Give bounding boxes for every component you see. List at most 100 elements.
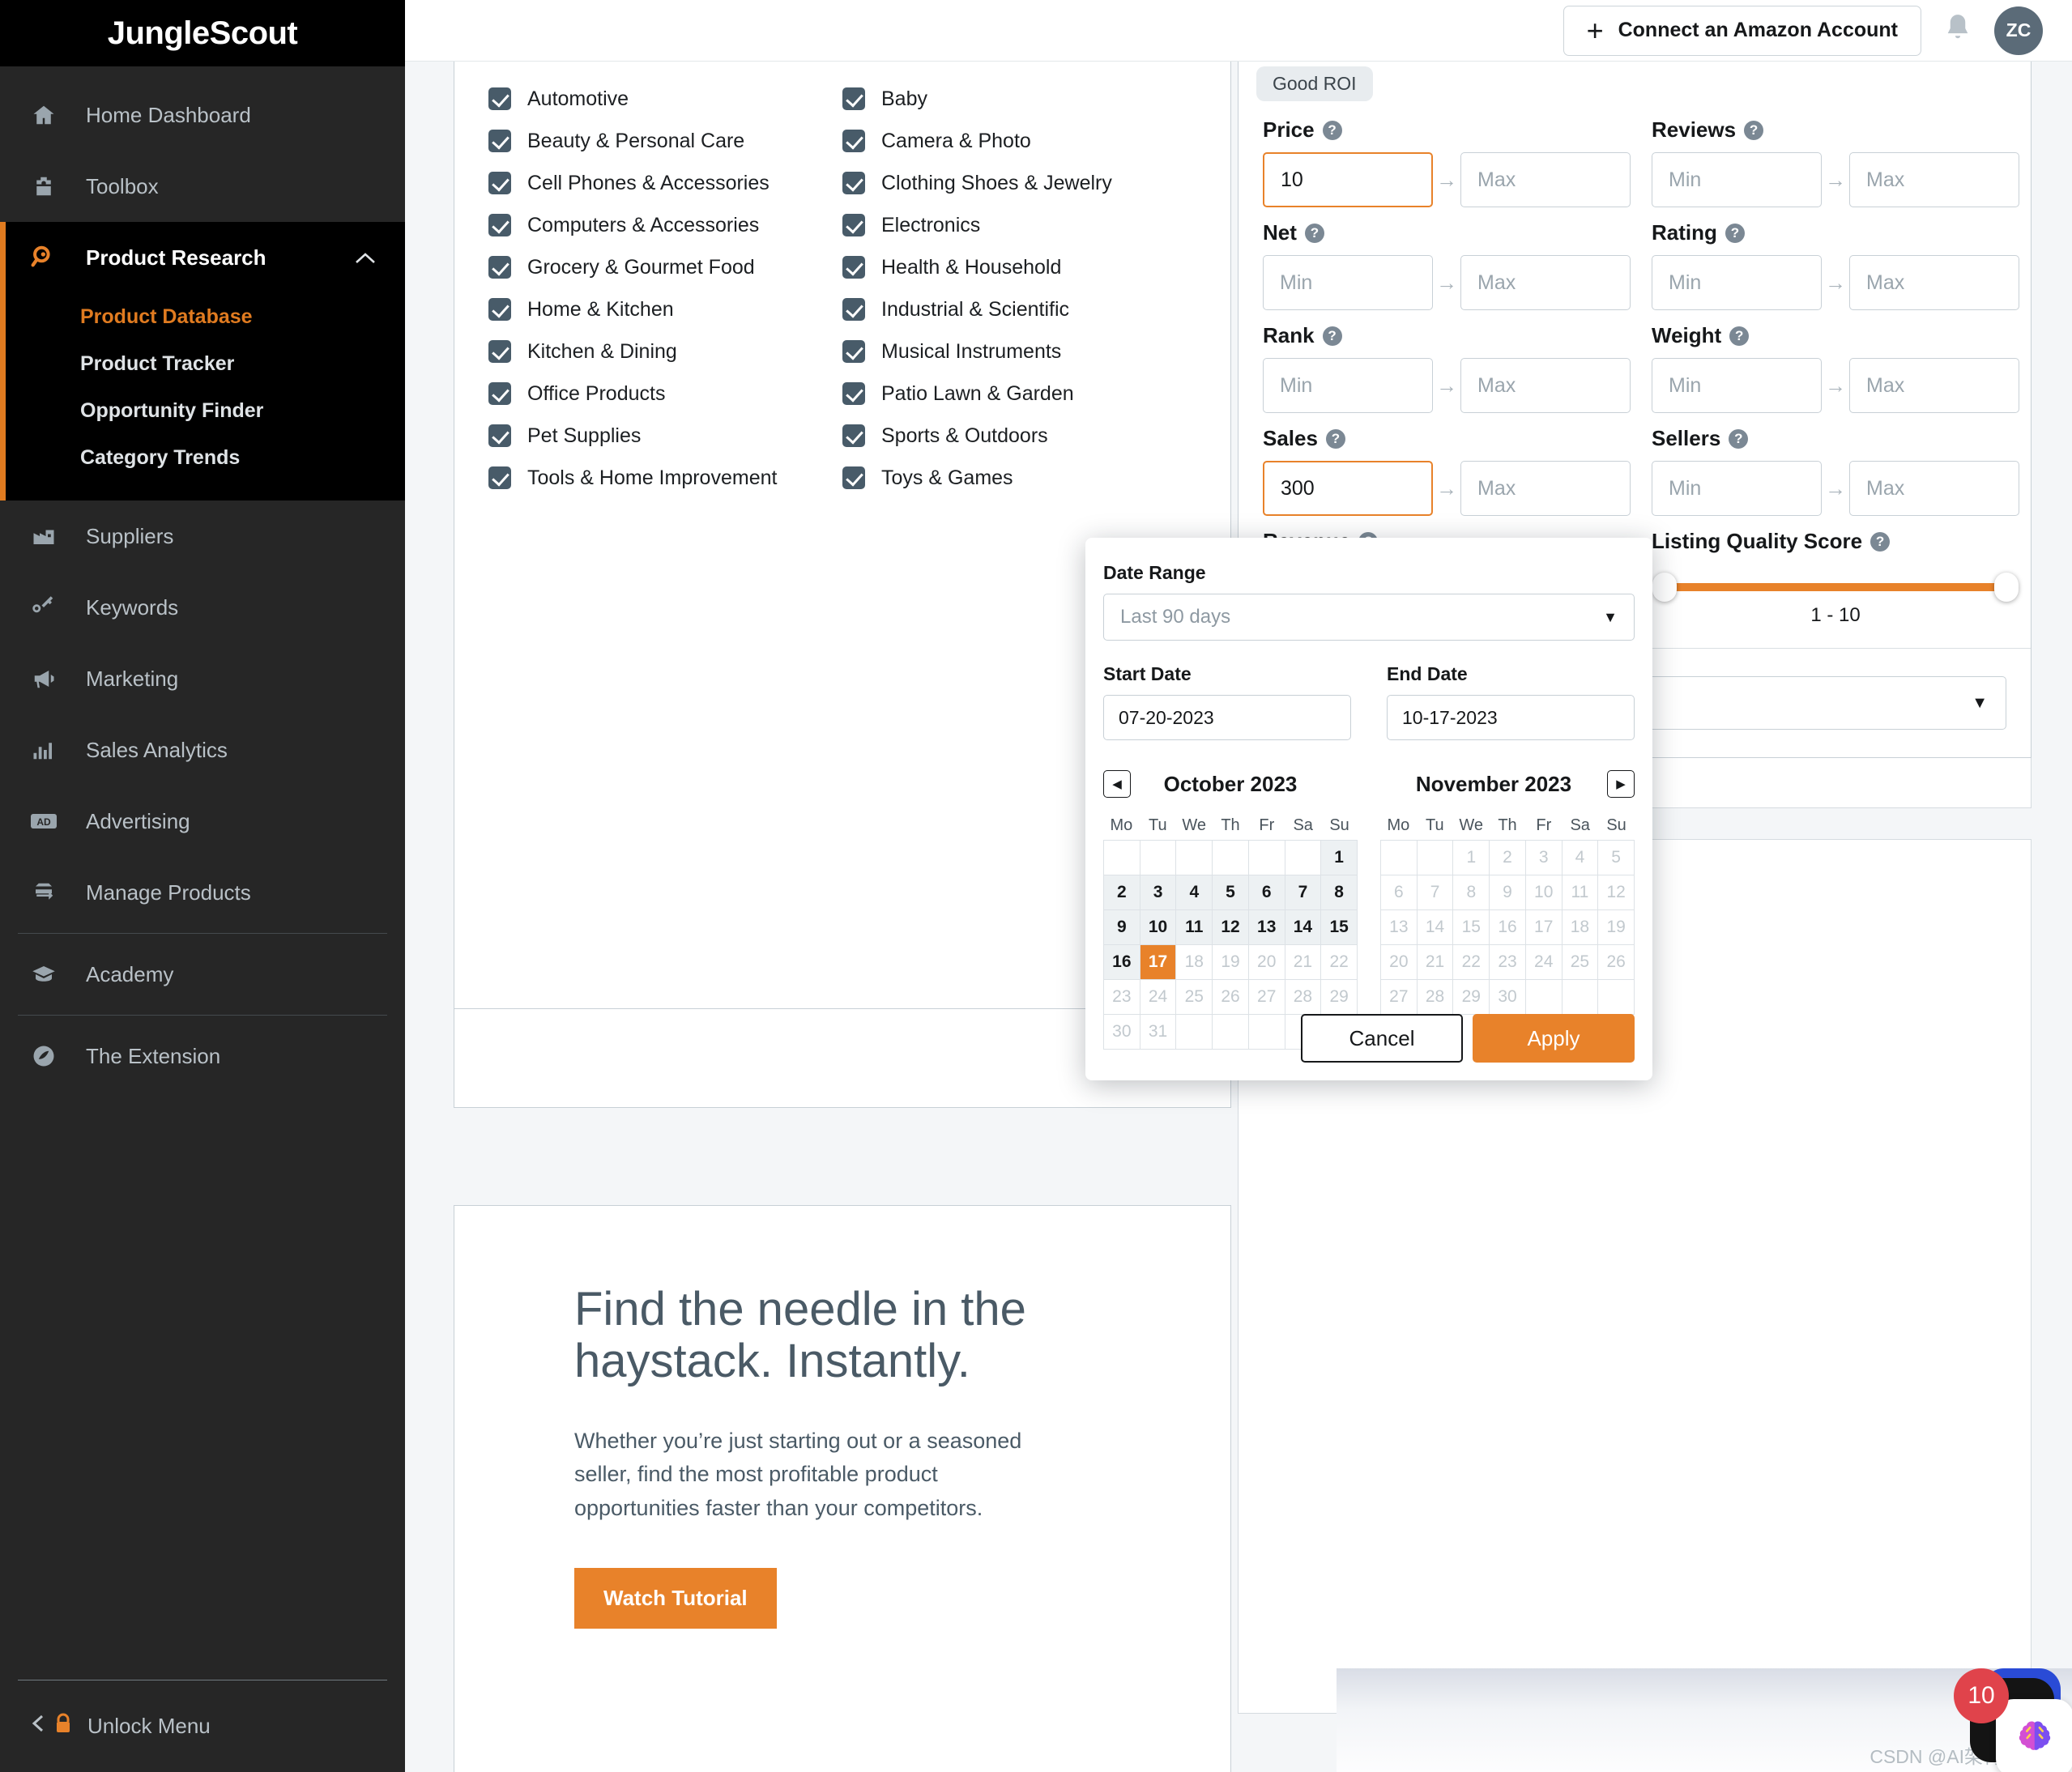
sidebar-item-manage-products[interactable]: Manage Products — [0, 857, 405, 928]
calendar-day[interactable]: 23 — [1104, 980, 1140, 1015]
calendar-day[interactable]: 15 — [1321, 910, 1358, 945]
checkbox-checked-icon[interactable] — [842, 172, 865, 194]
question-mark-icon[interactable]: ? — [1304, 223, 1324, 243]
end-date-input[interactable] — [1387, 695, 1635, 740]
checkbox-checked-icon[interactable] — [842, 256, 865, 279]
question-mark-icon[interactable]: ? — [1729, 326, 1750, 346]
calendar-day[interactable]: 30 — [1104, 1015, 1140, 1050]
calendar-day[interactable]: 27 — [1248, 980, 1285, 1015]
unlock-menu-button[interactable]: Unlock Menu — [0, 1713, 405, 1740]
category-checkbox-row[interactable]: Home & Kitchen — [488, 288, 842, 330]
filter-min-input[interactable] — [1652, 461, 1822, 516]
sidebar-item-marketing[interactable]: Marketing — [0, 643, 405, 714]
calendar-day[interactable]: 2 — [1490, 841, 1526, 875]
calendar-day[interactable]: 6 — [1381, 875, 1418, 910]
brand-logo[interactable]: JungleScout — [0, 0, 405, 66]
widget-brain-card[interactable] — [1996, 1699, 2072, 1772]
calendar-day[interactable]: 8 — [1321, 875, 1358, 910]
calendar-day[interactable]: 30 — [1490, 980, 1526, 1015]
calendar-day[interactable]: 26 — [1598, 945, 1635, 980]
calendar-day[interactable]: 8 — [1453, 875, 1490, 910]
checkbox-checked-icon[interactable] — [488, 87, 511, 110]
checkbox-checked-icon[interactable] — [488, 298, 511, 321]
sidebar-item-sales-analytics[interactable]: Sales Analytics — [0, 714, 405, 786]
category-checkbox-row[interactable]: Office Products — [488, 373, 842, 415]
checkbox-checked-icon[interactable] — [842, 214, 865, 236]
filter-min-input[interactable] — [1263, 358, 1433, 413]
checkbox-checked-icon[interactable] — [842, 382, 865, 405]
checkbox-checked-icon[interactable] — [842, 87, 865, 110]
floating-assistant-widget[interactable]: 10 — [1954, 1668, 2072, 1772]
question-mark-icon[interactable]: ? — [1322, 326, 1342, 346]
calendar-day[interactable]: 5 — [1213, 875, 1249, 910]
calendar-day[interactable]: 7 — [1417, 875, 1454, 910]
calendar-day[interactable]: 22 — [1453, 945, 1490, 980]
calendar-day[interactable]: 20 — [1248, 945, 1285, 980]
lqs-slider-handle-max[interactable] — [1994, 573, 2019, 602]
calendar-day[interactable]: 13 — [1248, 910, 1285, 945]
calendar-day[interactable]: 18 — [1176, 945, 1213, 980]
calendar-day[interactable]: 25 — [1176, 980, 1213, 1015]
checkbox-checked-icon[interactable] — [488, 466, 511, 489]
filter-min-input[interactable] — [1652, 152, 1822, 207]
category-checkbox-row[interactable]: Musical Instruments — [842, 330, 1196, 373]
calendar-day[interactable]: 14 — [1285, 910, 1322, 945]
category-checkbox-row[interactable]: Grocery & Gourmet Food — [488, 246, 842, 288]
good-roi-chip[interactable]: Good ROI — [1256, 66, 1373, 101]
calendar-day[interactable]: 10 — [1140, 910, 1177, 945]
calendar-day[interactable]: 12 — [1213, 910, 1249, 945]
sidebar-item-advertising[interactable]: AD Advertising — [0, 786, 405, 857]
filter-max-input[interactable] — [1460, 461, 1631, 516]
category-checkbox-row[interactable]: Industrial & Scientific — [842, 288, 1196, 330]
sidebar-item-category-trends[interactable]: Category Trends — [6, 434, 405, 481]
question-mark-icon[interactable]: ? — [1729, 428, 1749, 449]
category-checkbox-row[interactable]: Patio Lawn & Garden — [842, 373, 1196, 415]
calendar-day[interactable]: 19 — [1213, 945, 1249, 980]
calendar-day[interactable]: 21 — [1285, 945, 1322, 980]
category-checkbox-row[interactable]: Clothing Shoes & Jewelry — [842, 162, 1196, 204]
calendar-day[interactable]: 5 — [1598, 841, 1635, 875]
sidebar-item-the-extension[interactable]: The Extension — [0, 1020, 405, 1092]
connect-amazon-account-button[interactable]: + Connect an Amazon Account — [1563, 5, 1921, 56]
calendar-day[interactable]: 27 — [1381, 980, 1418, 1015]
calendar-day[interactable]: 6 — [1248, 875, 1285, 910]
calendar-day[interactable]: 11 — [1176, 910, 1213, 945]
category-checkbox-row[interactable]: Baby — [842, 78, 1196, 120]
filter-max-input[interactable] — [1849, 255, 2019, 310]
question-mark-icon[interactable]: ? — [1325, 428, 1345, 449]
calendar-day[interactable]: 7 — [1285, 875, 1322, 910]
calendar-day[interactable]: 24 — [1140, 980, 1177, 1015]
category-checkbox-row[interactable]: Camera & Photo — [842, 120, 1196, 162]
checkbox-checked-icon[interactable] — [488, 214, 511, 236]
calendar-day[interactable]: 29 — [1453, 980, 1490, 1015]
date-range-select[interactable]: Last 90 days ▼ — [1103, 594, 1635, 641]
sidebar-item-product-database[interactable]: Product Database — [6, 293, 405, 340]
calendar-day[interactable]: 9 — [1104, 910, 1140, 945]
category-checkbox-row[interactable]: Kitchen & Dining — [488, 330, 842, 373]
sidebar-item-opportunity-finder[interactable]: Opportunity Finder — [6, 387, 405, 434]
filter-max-input[interactable] — [1460, 152, 1631, 207]
category-checkbox-row[interactable]: Automotive — [488, 78, 842, 120]
category-checkbox-row[interactable]: Health & Household — [842, 246, 1196, 288]
calendar-day[interactable]: 9 — [1490, 875, 1526, 910]
filter-max-input[interactable] — [1460, 358, 1631, 413]
bell-icon[interactable] — [1942, 12, 1973, 49]
calendar-day[interactable]: 15 — [1453, 910, 1490, 945]
sidebar-item-suppliers[interactable]: Suppliers — [0, 501, 405, 572]
checkbox-checked-icon[interactable] — [842, 130, 865, 152]
sidebar-group-header[interactable]: Product Research — [6, 222, 405, 293]
calendar-day[interactable]: 3 — [1140, 875, 1177, 910]
calendar-day[interactable]: 1 — [1321, 841, 1358, 875]
lqs-slider-track[interactable] — [1652, 573, 2019, 602]
question-mark-icon[interactable]: ? — [1870, 531, 1891, 552]
calendar-day[interactable]: 4 — [1562, 841, 1599, 875]
category-checkbox-row[interactable]: Toys & Games — [842, 457, 1196, 499]
checkbox-checked-icon[interactable] — [488, 172, 511, 194]
category-checkbox-row[interactable]: Beauty & Personal Care — [488, 120, 842, 162]
filter-min-input[interactable] — [1263, 461, 1433, 516]
calendar-day[interactable]: 2 — [1104, 875, 1140, 910]
question-mark-icon[interactable]: ? — [1725, 223, 1745, 243]
checkbox-checked-icon[interactable] — [842, 424, 865, 447]
calendar-day[interactable]: 17 — [1525, 910, 1563, 945]
filter-max-input[interactable] — [1849, 152, 2019, 207]
